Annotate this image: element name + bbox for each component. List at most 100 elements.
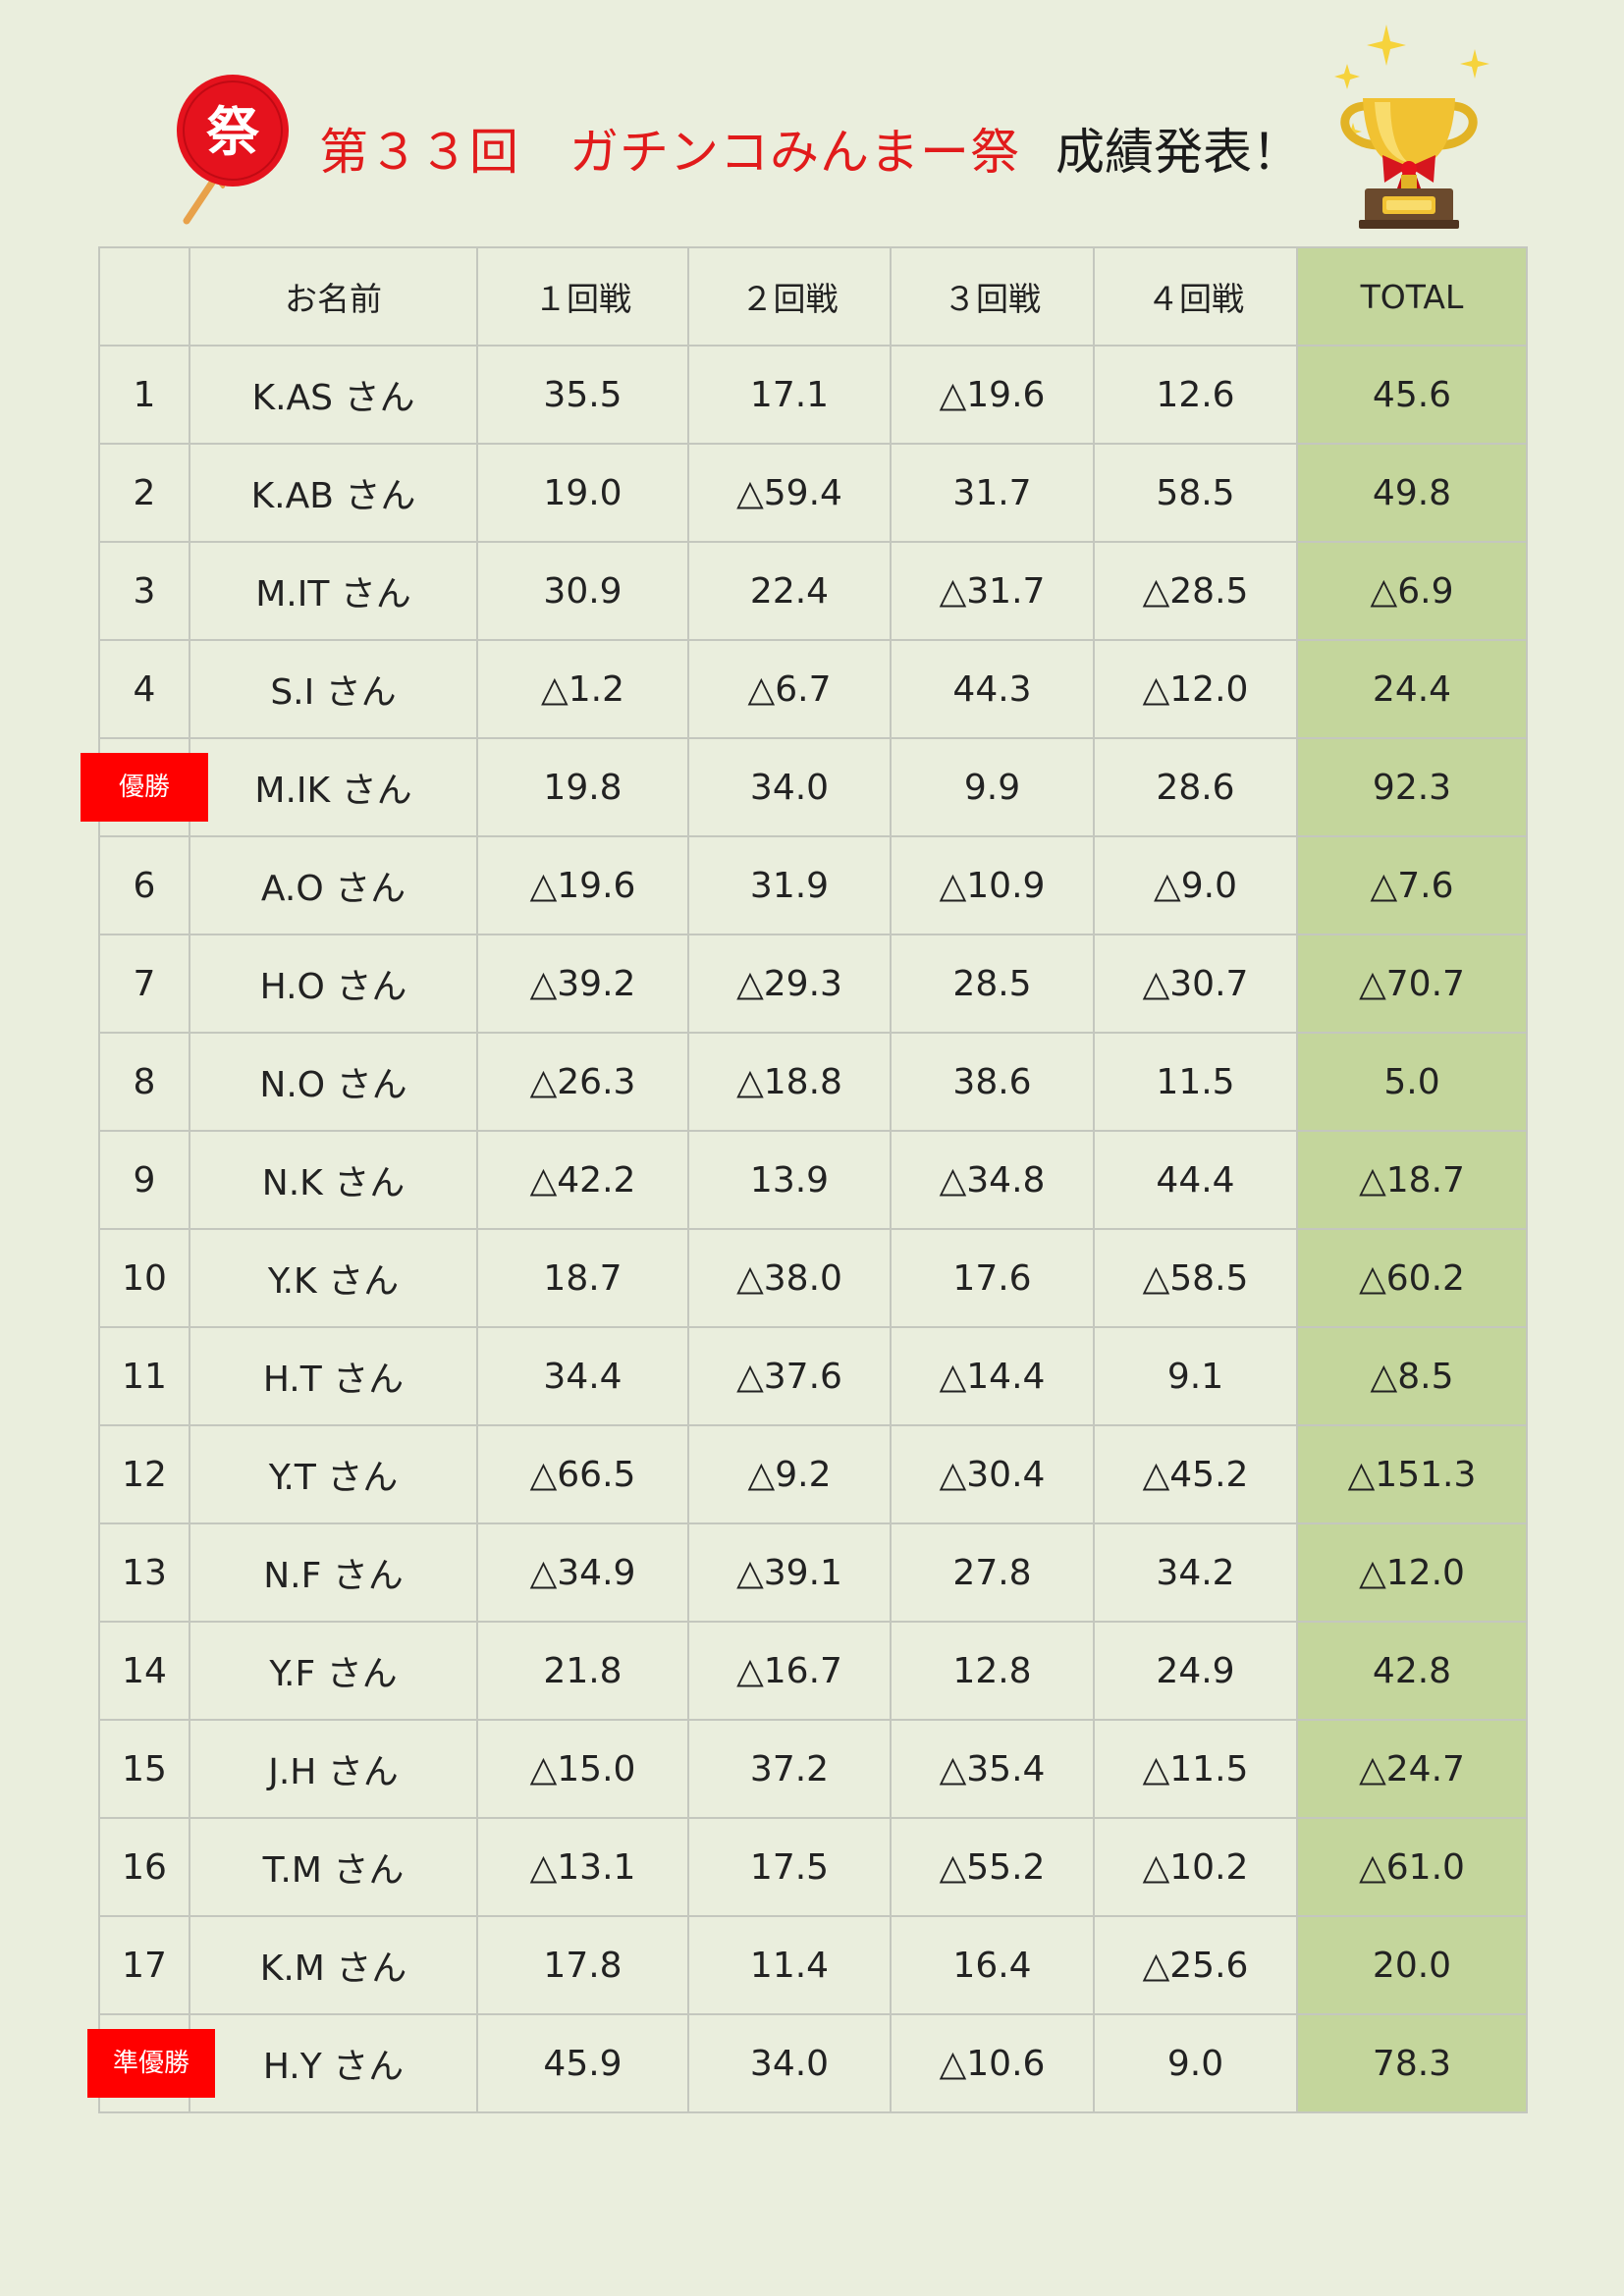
player-name: H.T さん [189,1326,478,1426]
table-row: 16 T.M さん △13.1 17.5 △55.2 △10.2 △61.0 [98,1817,1528,1917]
total-score: △60.2 [1296,1228,1528,1328]
page-subtitle: 成績発表！ [1056,124,1301,181]
round4-score: △58.5 [1093,1228,1298,1328]
player-name: T.M さん [189,1817,478,1917]
table-row: 6 A.O さん △19.6 31.9 △10.9 △9.0 △7.6 [98,835,1528,935]
round4-score: 34.2 [1093,1522,1298,1623]
round1-score: 34.4 [476,1326,689,1426]
table-row: 15 J.H さん △15.0 37.2 △35.4 △11.5 △24.7 [98,1719,1528,1819]
player-name: K.AB さん [189,443,478,543]
player-name: M.IK さん [189,737,478,837]
table-row: 4 S.I さん △1.2 △6.7 44.3 △12.0 24.4 [98,639,1528,739]
table-row: 13 N.F さん △34.9 △39.1 27.8 34.2 △12.0 [98,1522,1528,1623]
player-name: H.O さん [189,934,478,1034]
player-name: K.AS さん [189,345,478,445]
round4-score: △28.5 [1093,541,1298,641]
round3-score: 9.9 [890,737,1095,837]
trophy-icon [1334,25,1489,229]
round4-header: ４回戦 [1093,246,1298,347]
total-score: 24.4 [1296,639,1528,739]
round1-score: △42.2 [476,1130,689,1230]
table-row: 11 H.T さん 34.4 △37.6 △14.4 9.1 △8.5 [98,1326,1528,1426]
player-name: N.O さん [189,1032,478,1132]
round3-score: 28.5 [890,934,1095,1034]
round2-header: ２回戦 [687,246,892,347]
rank-number: 7 [98,934,190,1034]
total-score: △8.5 [1296,1326,1528,1426]
rank-number: 11 [98,1326,190,1426]
rank-number: 6 [98,835,190,935]
round4-score: 12.6 [1093,345,1298,445]
rank-number: 9 [98,1130,190,1230]
round3-score: △10.6 [890,2013,1095,2113]
rank-number: 4 [98,639,190,739]
round4-score: △10.2 [1093,1817,1298,1917]
round1-score: △19.6 [476,835,689,935]
round2-score: 34.0 [687,737,892,837]
table-row: 8 N.O さん △26.3 △18.8 38.6 11.5 5.0 [98,1032,1528,1132]
page-title: 第３３回 ガチンコみんまー祭 [319,124,1020,181]
total-score: △24.7 [1296,1719,1528,1819]
rank-number: 2 [98,443,190,543]
round2-score: 13.9 [687,1130,892,1230]
player-name: K.M さん [189,1915,478,2015]
rank-number: 10 [98,1228,190,1328]
runner-up-badge: 準優勝 [87,2029,215,2098]
total-score: 42.8 [1296,1621,1528,1721]
total-score: 5.0 [1296,1032,1528,1132]
table-header-row: お名前 １回戦 ２回戦 ３回戦 ４回戦 TOTAL [98,246,1528,347]
total-header: TOTAL [1296,246,1528,347]
total-score: △151.3 [1296,1424,1528,1524]
rank-number: 12 [98,1424,190,1524]
winner-badge: 優勝 [81,753,208,822]
round4-score: 28.6 [1093,737,1298,837]
round1-score: 18.7 [476,1228,689,1328]
round4-score: 11.5 [1093,1032,1298,1132]
round4-score: 9.1 [1093,1326,1298,1426]
round4-score: △25.6 [1093,1915,1298,2015]
round3-score: △34.8 [890,1130,1095,1230]
round4-score: 24.9 [1093,1621,1298,1721]
round2-score: △18.8 [687,1032,892,1132]
round1-score: △13.1 [476,1817,689,1917]
round1-score: 17.8 [476,1915,689,2015]
round3-score: 31.7 [890,443,1095,543]
player-name: Y.F さん [189,1621,478,1721]
name-header: お名前 [189,246,478,347]
table-row: 12 Y.T さん △66.5 △9.2 △30.4 △45.2 △151.3 [98,1424,1528,1524]
round4-score: △12.0 [1093,639,1298,739]
round2-score: 11.4 [687,1915,892,2015]
table-row: 1 K.AS さん 35.5 17.1 △19.6 12.6 45.6 [98,345,1528,445]
round1-score: 35.5 [476,345,689,445]
player-name: S.I さん [189,639,478,739]
rank-number: 13 [98,1522,190,1623]
table-row: 3 M.IT さん 30.9 22.4 △31.7 △28.5 △6.9 [98,541,1528,641]
round2-score: △29.3 [687,934,892,1034]
rank-number: 15 [98,1719,190,1819]
round1-score: 19.8 [476,737,689,837]
total-score: △6.9 [1296,541,1528,641]
round4-score: △45.2 [1093,1424,1298,1524]
page-header: 祭 第３３回 ガチンコみんまー祭 成績発表！ [0,0,1624,245]
round1-score: 45.9 [476,2013,689,2113]
table-row: 7 H.O さん △39.2 △29.3 28.5 △30.7 △70.7 [98,934,1528,1034]
round1-score: △39.2 [476,934,689,1034]
round4-score: 44.4 [1093,1130,1298,1230]
round2-score: 17.5 [687,1817,892,1917]
round3-score: △19.6 [890,345,1095,445]
round2-score: △59.4 [687,443,892,543]
round3-score: △55.2 [890,1817,1095,1917]
rank-number: 14 [98,1621,190,1721]
round4-score: 9.0 [1093,2013,1298,2113]
rank-cell: 準優勝 [87,2013,215,2113]
rank-number: 16 [98,1817,190,1917]
round4-score: △9.0 [1093,835,1298,935]
player-name: H.Y さん [189,2013,478,2113]
round1-score: 21.8 [476,1621,689,1721]
round2-score: 37.2 [687,1719,892,1819]
rank-number: 8 [98,1032,190,1132]
round1-score: △34.9 [476,1522,689,1623]
rank-number: 3 [98,541,190,641]
player-name: Y.T さん [189,1424,478,1524]
total-score: 78.3 [1296,2013,1528,2113]
